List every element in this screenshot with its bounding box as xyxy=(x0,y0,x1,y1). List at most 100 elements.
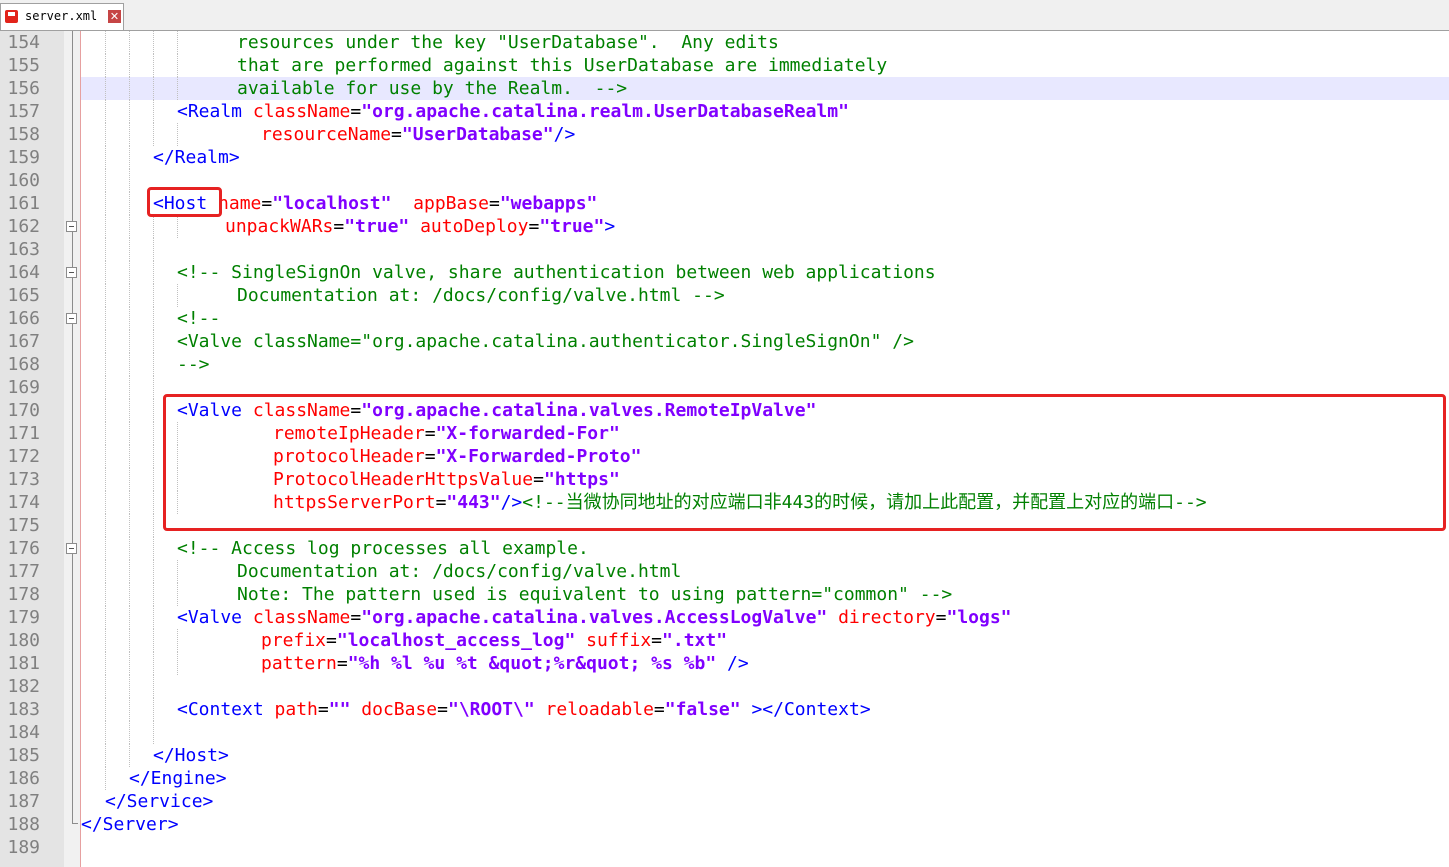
indent-guide xyxy=(129,123,131,146)
code-text: </Host> xyxy=(153,744,229,767)
indent-guide xyxy=(129,307,131,330)
code-line[interactable]: 178 Note: The pattern used is equivalent … xyxy=(0,583,1449,606)
code-token: available for use by the Realm. --> xyxy=(237,78,628,99)
code-line[interactable]: 181 pattern="%h %l %u %t &quot;%r&quot; %… xyxy=(0,652,1449,675)
indent-guide xyxy=(153,330,155,353)
indent-guide xyxy=(153,675,155,698)
code-text: </Service> xyxy=(105,790,213,813)
code-line[interactable]: 164 <!-- SingleSignOn valve, share authen… xyxy=(0,261,1449,284)
indent-guide xyxy=(105,629,107,652)
code-token: name xyxy=(218,193,262,214)
code-text: prefix="localhost_access_log" suffix=".t… xyxy=(261,629,727,652)
indent-guide xyxy=(153,491,155,514)
code-line[interactable]: 186 </Engine> xyxy=(0,767,1449,790)
code-token: = xyxy=(651,630,663,651)
code-line[interactable]: 188 </Server> xyxy=(0,813,1449,836)
code-line[interactable]: 185 </Host> xyxy=(0,744,1449,767)
code-token: "localhost_access_log" xyxy=(336,630,576,651)
code-text: </Engine> xyxy=(129,767,227,790)
indent-guide xyxy=(105,77,107,100)
code-line[interactable]: 166 <!-- xyxy=(0,307,1449,330)
code-token: <Valve className="org.apache.catalina.au… xyxy=(177,331,914,352)
code-line[interactable]: 187 </Service> xyxy=(0,790,1449,813)
code-token: = xyxy=(350,101,362,122)
code-token: = xyxy=(317,699,329,720)
fold-toggle-icon[interactable] xyxy=(66,221,77,232)
save-icon xyxy=(5,10,18,23)
code-line[interactable]: 157 <Realm className="org.apache.catalina… xyxy=(0,100,1449,123)
code-line[interactable]: 177 Documentation at: /docs/config/valve.… xyxy=(0,560,1449,583)
code-line[interactable]: 180 prefix="localhost_access_log" suffix=… xyxy=(0,629,1449,652)
code-line[interactable]: 168 --> xyxy=(0,353,1449,376)
code-text: Documentation at: /docs/config/valve.htm… xyxy=(237,284,725,307)
indent-guide xyxy=(105,169,107,192)
code-line[interactable]: 179 <Valve className="org.apache.catalina… xyxy=(0,606,1449,629)
code-token: = xyxy=(261,193,273,214)
indent-guide xyxy=(129,146,131,169)
indent-guide xyxy=(105,31,107,54)
code-token: path xyxy=(274,699,318,720)
indent-guide xyxy=(105,284,107,307)
indent-guide xyxy=(153,77,155,100)
line-number: 159 xyxy=(7,147,40,168)
code-line[interactable]: 182 xyxy=(0,675,1449,698)
line-number: 184 xyxy=(7,722,40,743)
indent-guide xyxy=(153,123,155,146)
code-line[interactable]: 155 that are performed against this UserD… xyxy=(0,54,1449,77)
close-icon[interactable]: ✕ xyxy=(108,10,121,23)
indent-guide xyxy=(153,353,155,376)
indent-guide xyxy=(105,698,107,721)
indent-guide xyxy=(105,307,107,330)
line-number: 158 xyxy=(7,124,40,145)
indent-guide xyxy=(129,376,131,399)
code-text: Note: The pattern used is equivalent to … xyxy=(237,583,952,606)
fold-toggle-icon[interactable] xyxy=(66,267,77,278)
code-text: <!-- SingleSignOn valve, share authentic… xyxy=(177,261,936,284)
indent-guide xyxy=(129,192,131,215)
indent-guide xyxy=(105,192,107,215)
indent-guide xyxy=(129,445,131,468)
indent-guide xyxy=(129,537,131,560)
code-text: pattern="%h %l %u %t &quot;%r&quot; %s %… xyxy=(261,652,749,675)
line-number: 160 xyxy=(7,170,40,191)
code-line[interactable]: 158 resourceName="UserDatabase"/> xyxy=(0,123,1449,146)
fold-toggle-icon[interactable] xyxy=(66,543,77,554)
line-number: 185 xyxy=(7,745,40,766)
code-line[interactable]: 156 available for use by the Realm. --> xyxy=(0,77,1449,100)
code-token: reloadable xyxy=(545,699,654,720)
code-line[interactable]: 163 xyxy=(0,238,1449,261)
line-number: 170 xyxy=(7,400,40,421)
tab-server-xml[interactable]: server.xml ✕ xyxy=(0,3,124,30)
code-token: "logs" xyxy=(946,607,1012,628)
code-line[interactable]: 154 resources under the key "UserDatabase… xyxy=(0,31,1449,54)
code-line[interactable]: 189 xyxy=(0,836,1449,859)
code-token: "" xyxy=(328,699,351,720)
indent-guide xyxy=(105,468,107,491)
indent-guide xyxy=(129,698,131,721)
code-token: Documentation at: /docs/config/valve.htm… xyxy=(237,561,682,582)
indent-guide xyxy=(129,721,131,744)
indent-guide xyxy=(129,606,131,629)
line-number: 171 xyxy=(7,423,40,444)
code-line[interactable]: 159 </Realm> xyxy=(0,146,1449,169)
code-text: </Realm> xyxy=(153,146,240,169)
code-text: unpackWARs="true" autoDeploy="true"> xyxy=(225,215,615,238)
line-number: 155 xyxy=(7,55,40,76)
code-line[interactable]: 165 Documentation at: /docs/config/valve.… xyxy=(0,284,1449,307)
code-text: that are performed against this UserData… xyxy=(237,54,887,77)
indent-guide xyxy=(129,491,131,514)
code-line[interactable]: 162 unpackWARs="true" autoDeploy="true"> xyxy=(0,215,1449,238)
code-text: <Context path="" docBase="\ROOT\" reload… xyxy=(177,698,871,721)
code-token: that are performed against this UserData… xyxy=(237,55,888,76)
code-line[interactable]: 167 <Valve className="org.apache.catalina… xyxy=(0,330,1449,353)
indent-guide xyxy=(129,514,131,537)
code-line[interactable]: 183 <Context path="" docBase="\ROOT\" rel… xyxy=(0,698,1449,721)
code-line[interactable]: 184 xyxy=(0,721,1449,744)
fold-toggle-icon[interactable] xyxy=(66,313,77,324)
code-text: available for use by the Realm. --> xyxy=(237,77,627,100)
code-line[interactable]: 176 <!-- Access log processes all example… xyxy=(0,537,1449,560)
